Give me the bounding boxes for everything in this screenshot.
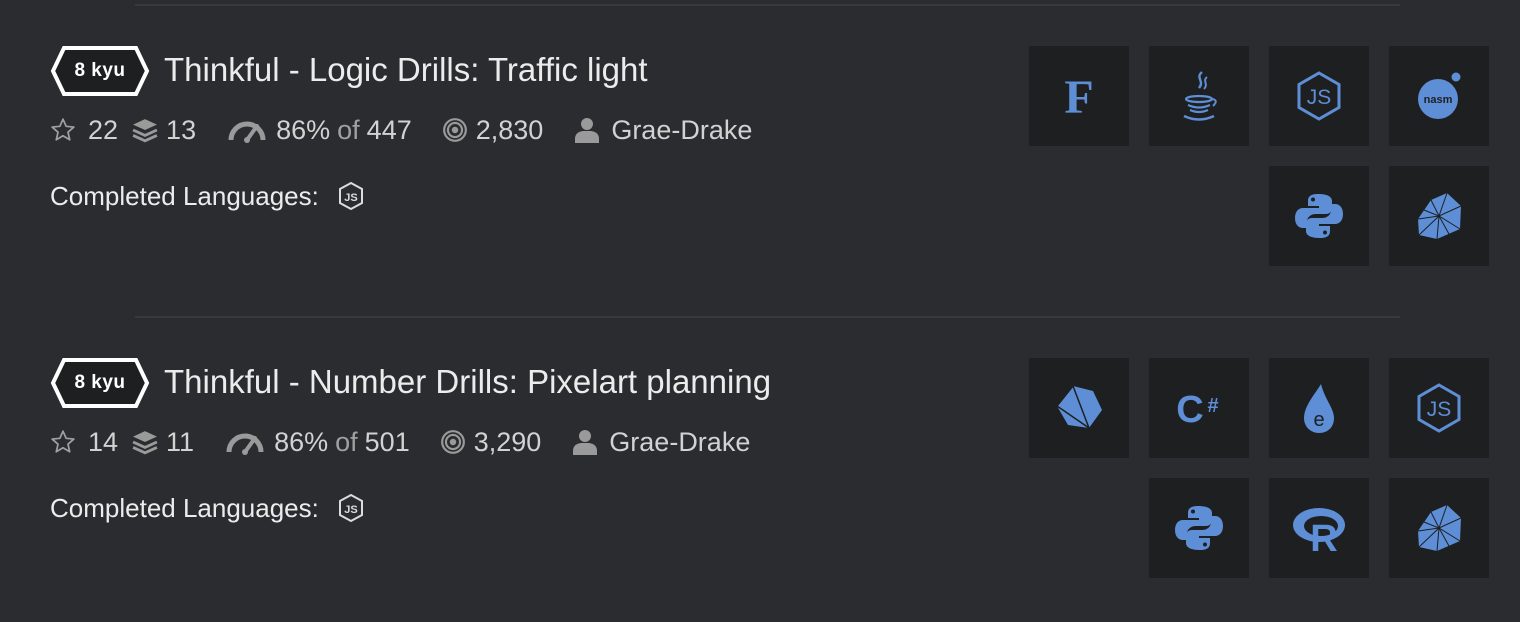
collections-count: 13	[166, 114, 197, 145]
svg-text:#: #	[1207, 395, 1218, 417]
java-icon	[1183, 71, 1217, 121]
svg-text:JS: JS	[1427, 398, 1452, 421]
star-icon	[51, 118, 75, 141]
csharp-icon: C #	[1176, 389, 1218, 431]
satisfaction-stat: 86% of 501	[226, 427, 410, 458]
elixir-icon: e	[1304, 384, 1334, 433]
lang-tile-javascript[interactable]: JS	[1389, 358, 1489, 458]
stars-stat[interactable]: 14	[50, 427, 118, 458]
lang-tile-csharp[interactable]: C #	[1149, 358, 1249, 458]
lang-tile-python[interactable]	[1269, 166, 1369, 266]
speedometer-icon	[228, 121, 266, 143]
python-icon	[1295, 194, 1343, 238]
collections-count: 11	[166, 426, 195, 457]
lang-tile-javascript[interactable]: JS	[1269, 46, 1369, 146]
python-icon	[1175, 506, 1223, 550]
votes-count: 501	[364, 426, 410, 457]
satisfaction-percent: 86%	[274, 426, 329, 457]
ruby-icon	[1417, 504, 1462, 552]
nasm-icon: nasm	[1418, 72, 1461, 119]
javascript-icon: JS	[1417, 383, 1461, 433]
rank-badge: 8 kyu	[50, 45, 150, 97]
fsharp-icon: F	[1064, 71, 1093, 124]
kata-title-link[interactable]: Thinkful - Number Drills: Pixelart plann…	[164, 358, 771, 406]
of-label: of	[337, 114, 360, 145]
completions-count: 3,290	[473, 426, 542, 457]
author-stat[interactable]: Grae-Drake	[573, 427, 750, 458]
lang-tile-python[interactable]	[1149, 478, 1249, 578]
author-name: Grae-Drake	[611, 114, 753, 145]
user-icon	[575, 118, 600, 143]
ruby-icon	[1417, 192, 1462, 240]
lang-tile-crystal[interactable]	[1029, 358, 1129, 458]
crystal-icon	[1055, 384, 1102, 430]
rank-badge: 8 kyu	[50, 357, 150, 409]
svg-text:R: R	[1310, 518, 1337, 558]
kata-stats: 14 11 86% of 501 3,290 Grae-Drake	[50, 422, 750, 462]
author-stat[interactable]: Grae-Drake	[575, 115, 752, 146]
javascript-icon[interactable]: JS	[337, 493, 365, 523]
layers-icon	[132, 119, 158, 143]
lang-tile-ruby[interactable]	[1389, 166, 1489, 266]
satisfaction-stat: 86% of 447	[228, 115, 412, 146]
svg-text:JS: JS	[344, 504, 357, 516]
kata-stats: 22 13 86% of 447 2,830 Grae-Drake	[50, 110, 752, 150]
completed-languages: Completed Languages: JS	[50, 488, 365, 528]
user-icon	[573, 430, 598, 455]
target-icon	[442, 118, 467, 142]
stars-count: 14	[88, 426, 119, 457]
satisfaction-percent: 86%	[276, 114, 331, 145]
rank-label: 8 kyu	[74, 372, 126, 393]
lang-tile-fsharp[interactable]: F	[1029, 46, 1129, 146]
svg-text:C: C	[1176, 389, 1203, 431]
kata-item: 8 kyu Thinkful - Logic Drills: Traffic l…	[0, 0, 1520, 290]
target-icon	[440, 430, 465, 454]
stars-count: 22	[88, 114, 119, 145]
collections-stat: 13	[132, 115, 196, 146]
javascript-icon: JS	[1297, 71, 1341, 121]
speedometer-icon	[226, 433, 264, 455]
lang-tile-java[interactable]	[1149, 46, 1249, 146]
collections-stat: 11	[132, 427, 194, 458]
svg-text:JS: JS	[1307, 86, 1332, 109]
layers-icon	[132, 431, 158, 455]
lang-tile-ruby[interactable]	[1389, 478, 1489, 578]
star-icon	[51, 430, 75, 453]
svg-text:e: e	[1313, 409, 1324, 431]
completed-languages-label: Completed Languages:	[50, 492, 319, 523]
rank-label: 8 kyu	[74, 60, 126, 81]
completions-stat: 2,830	[442, 114, 544, 146]
completed-languages: Completed Languages: JS	[50, 176, 365, 216]
author-name: Grae-Drake	[609, 426, 751, 457]
of-label: of	[335, 426, 358, 457]
completed-languages-label: Completed Languages:	[50, 180, 319, 211]
lang-tile-elixir[interactable]: e	[1269, 358, 1369, 458]
votes-count: 447	[366, 114, 412, 145]
completions-count: 2,830	[475, 114, 544, 145]
kata-title-link[interactable]: Thinkful - Logic Drills: Traffic light	[164, 46, 648, 94]
lang-tile-r[interactable]: R	[1269, 478, 1369, 578]
svg-text:F: F	[1064, 71, 1093, 124]
completions-stat: 3,290	[440, 426, 542, 458]
svg-text:JS: JS	[344, 192, 357, 204]
r-icon: R	[1293, 508, 1345, 558]
kata-item: 8 kyu Thinkful - Number Drills: Pixelart…	[0, 312, 1520, 602]
svg-text:nasm: nasm	[1424, 94, 1453, 106]
stars-stat[interactable]: 22	[50, 115, 118, 146]
lang-tile-nasm[interactable]: nasm	[1389, 46, 1489, 146]
javascript-icon[interactable]: JS	[337, 181, 365, 211]
